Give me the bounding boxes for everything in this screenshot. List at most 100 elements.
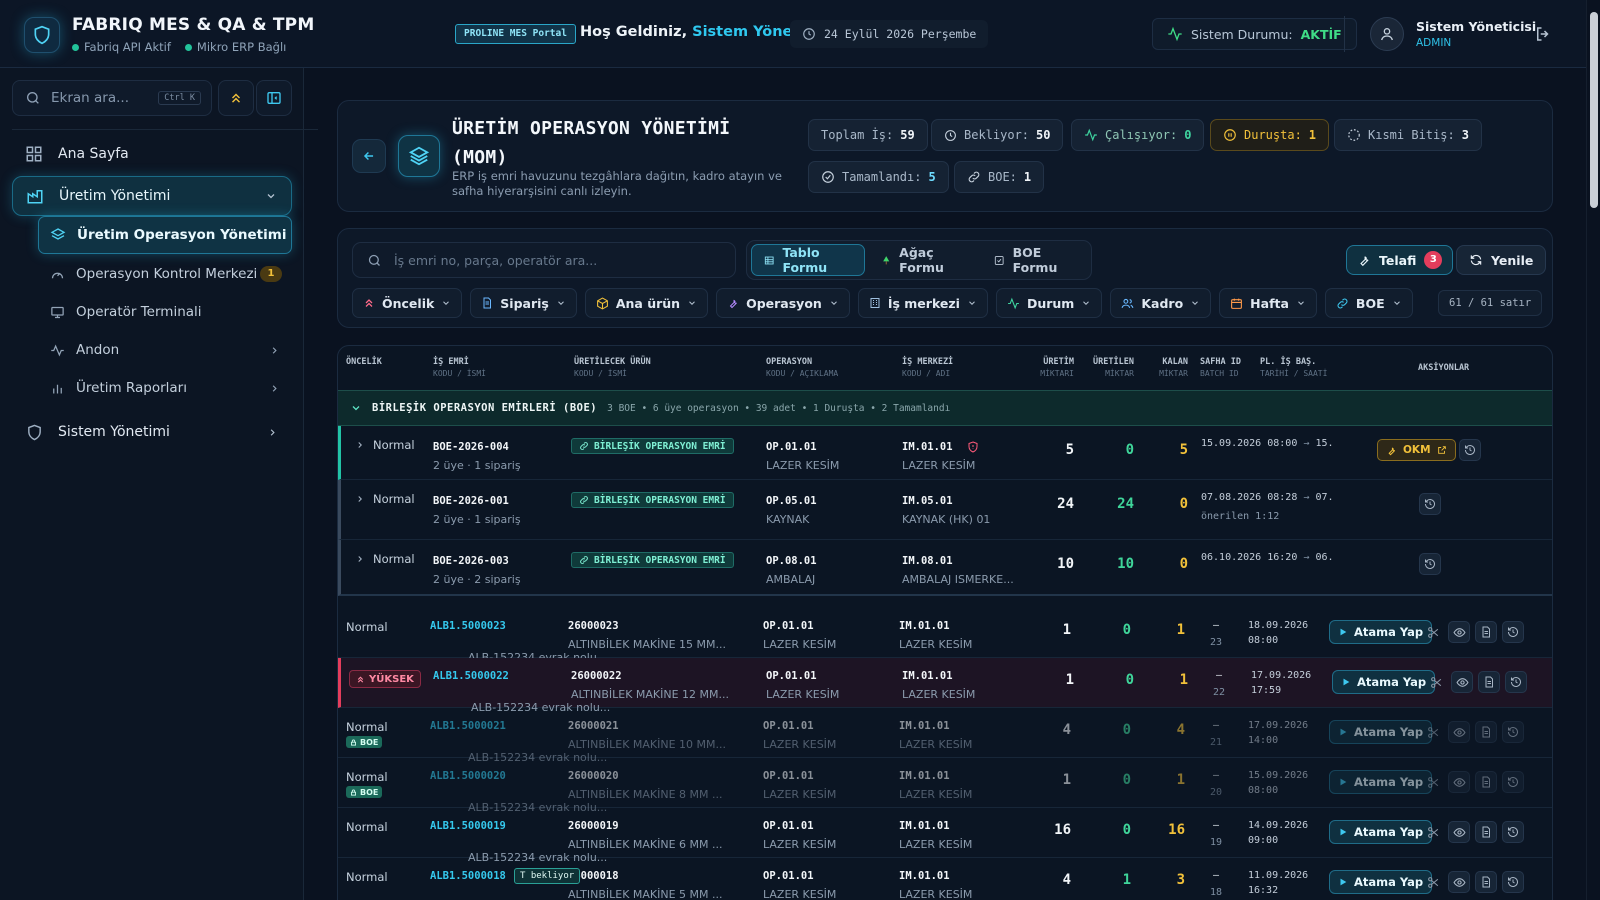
- stat-total[interactable]: Toplam İş: 59: [808, 119, 928, 151]
- filter-priority[interactable]: Öncelik: [352, 288, 463, 318]
- view-button[interactable]: [1448, 821, 1470, 843]
- boe-row[interactable]: Normal BOE-2026-001 2 üye · 1 sipariş BİR…: [338, 480, 1552, 540]
- assign-button[interactable]: Atama Yap: [1329, 620, 1433, 644]
- sidebar-item-production[interactable]: Üretim Yönetimi: [12, 176, 292, 216]
- tab-table[interactable]: Tablo Formu: [751, 244, 865, 276]
- table-row[interactable]: Normal ALB1.5000019 ALB-152234 evrak nolu…: [338, 808, 1552, 864]
- history-button[interactable]: [1502, 621, 1524, 643]
- document-button[interactable]: [1475, 621, 1497, 643]
- document-button[interactable]: [1475, 871, 1497, 893]
- column-header[interactable]: ÜRETİLECEK ÜRÜN KODU / İSMİ: [574, 356, 651, 380]
- stat-done[interactable]: Tamamlandı: 5: [808, 161, 949, 193]
- view-button[interactable]: [1448, 871, 1470, 893]
- sidebar-search-input[interactable]: Ekran ara...: [51, 90, 129, 106]
- view-button[interactable]: [1448, 771, 1470, 793]
- table-row[interactable]: Normal ALB1.5000018ALB-152234 evrak nolu…: [338, 858, 1552, 900]
- boe-code[interactable]: BOE-2026-001: [433, 495, 521, 507]
- refresh-button[interactable]: Yenile: [1456, 245, 1547, 275]
- history-button[interactable]: [1419, 493, 1441, 515]
- scrollbar[interactable]: [1586, 0, 1600, 900]
- history-button[interactable]: [1502, 721, 1524, 743]
- stat-running[interactable]: Çalışıyor: 0: [1071, 119, 1205, 151]
- logout-button[interactable]: [1534, 25, 1552, 43]
- work-order-link[interactable]: ALB1.5000019: [430, 820, 506, 832]
- column-header[interactable]: OPERASYON KODU / AÇIKLAMA: [766, 356, 838, 380]
- column-header[interactable]: KALAN MİKTAR: [1146, 356, 1188, 380]
- filter-order[interactable]: Sipariş: [470, 288, 577, 318]
- split-button[interactable]: [1422, 871, 1444, 893]
- sidebar-search[interactable]: Ekran ara... Ctrl K: [12, 80, 212, 116]
- table-row[interactable]: YÜKSEK ALB1.5000022 ALB-152234 evrak nolu…: [338, 658, 1552, 714]
- assign-button[interactable]: Atama Yap: [1329, 720, 1433, 744]
- work-order-search-input[interactable]: İş emri no, parça, operatör ara...: [394, 253, 597, 268]
- sidebar-item-reports[interactable]: Üretim Raporları: [38, 369, 292, 407]
- stat-waiting[interactable]: Bekliyor: 50: [931, 119, 1064, 151]
- filter-main-product[interactable]: Ana ürün: [584, 288, 709, 318]
- filter-boe[interactable]: BOE: [1324, 288, 1413, 318]
- column-header[interactable]: ÜRETİLEN MİKTAR: [1084, 356, 1134, 380]
- assign-button[interactable]: Atama Yap: [1329, 820, 1433, 844]
- document-button[interactable]: [1475, 771, 1497, 793]
- stat-down[interactable]: Duruşta: 1: [1210, 119, 1330, 151]
- split-button[interactable]: [1422, 621, 1444, 643]
- boe-code[interactable]: BOE-2026-004: [433, 441, 521, 453]
- work-order-link[interactable]: ALB1.5000018: [430, 870, 506, 882]
- split-button[interactable]: [1425, 671, 1447, 693]
- back-button[interactable]: [352, 139, 386, 173]
- filter-staff[interactable]: Kadro: [1110, 288, 1212, 318]
- user-menu[interactable]: Sistem Yöneticisi ADMIN: [1370, 17, 1536, 51]
- history-button[interactable]: [1419, 553, 1441, 575]
- okm-button[interactable]: OKM: [1377, 439, 1456, 461]
- sidebar-item-mom[interactable]: Üretim Operasyon Yönetimi: [38, 216, 292, 254]
- column-header[interactable]: PL. İŞ BAŞ. TARİHİ / SAATİ: [1260, 356, 1327, 380]
- view-button[interactable]: [1451, 671, 1473, 693]
- collapse-all-button[interactable]: [218, 80, 254, 116]
- sidebar-item-system[interactable]: Sistem Yönetimi: [12, 412, 292, 452]
- document-button[interactable]: [1478, 671, 1500, 693]
- avatar[interactable]: [1370, 17, 1404, 51]
- table-row[interactable]: Normal ALB1.5000023 ALB-152234 evrak nolu…: [338, 608, 1552, 664]
- work-order-link[interactable]: ALB1.5000022: [433, 670, 509, 682]
- split-button[interactable]: [1422, 821, 1444, 843]
- boe-code[interactable]: BOE-2026-003: [433, 555, 521, 567]
- stat-boe[interactable]: BOE: 1: [954, 161, 1045, 193]
- document-button[interactable]: [1475, 721, 1497, 743]
- history-button[interactable]: [1459, 439, 1481, 461]
- work-order-link[interactable]: ALB1.5000023: [430, 620, 506, 632]
- column-header[interactable]: AKSİYONLAR: [1418, 362, 1469, 374]
- filter-status[interactable]: Durum: [995, 288, 1103, 318]
- table-row[interactable]: Normal BOE ALB1.5000020 ALB-152234 evrak n…: [338, 758, 1552, 814]
- document-button[interactable]: [1475, 821, 1497, 843]
- column-header[interactable]: ÖNCELİK: [346, 356, 382, 368]
- column-header[interactable]: İŞ MERKEZİ KODU / ADI: [902, 356, 953, 380]
- work-order-search[interactable]: İş emri no, parça, operatör ara...: [352, 242, 736, 278]
- stat-partial[interactable]: Kısmi Bitiş: 3: [1334, 119, 1482, 151]
- sidebar-item-home[interactable]: Ana Sayfa: [12, 134, 292, 174]
- view-button[interactable]: [1448, 621, 1470, 643]
- boe-group-header[interactable]: BİRLEŞİK OPERASYON EMİRLERİ (BOE) 3 BOE …: [338, 390, 1552, 426]
- assign-button[interactable]: Atama Yap: [1329, 770, 1433, 794]
- boe-row[interactable]: Normal BOE-2026-003 2 üye · 2 sipariş BİR…: [338, 540, 1552, 596]
- tab-boe[interactable]: BOE Formu: [982, 244, 1087, 276]
- history-button[interactable]: [1502, 771, 1524, 793]
- filter-week[interactable]: Hafta: [1219, 288, 1317, 318]
- split-button[interactable]: [1422, 721, 1444, 743]
- column-header[interactable]: SAFHA ID BATCH ID: [1200, 356, 1241, 380]
- table-row[interactable]: Normal BOE ALB1.5000021 ALB-152234 evrak n…: [338, 708, 1552, 764]
- telafi-button[interactable]: Telafi 3: [1346, 245, 1454, 275]
- split-button[interactable]: [1422, 771, 1444, 793]
- assign-button[interactable]: Atama Yap: [1329, 870, 1433, 894]
- history-button[interactable]: [1505, 671, 1527, 693]
- work-order-link[interactable]: ALB1.5000021: [430, 720, 506, 732]
- tab-tree[interactable]: Ağaç Formu: [869, 244, 979, 276]
- toggle-sidebar-button[interactable]: [256, 80, 292, 116]
- sidebar-item-operator-terminal[interactable]: Operatör Terminali: [38, 293, 292, 331]
- column-header[interactable]: ÜRETİM MİKTARI: [1034, 356, 1074, 380]
- filter-work-center[interactable]: İş merkezi: [857, 288, 988, 318]
- sidebar-item-andon[interactable]: Andon: [38, 331, 292, 369]
- history-button[interactable]: [1502, 821, 1524, 843]
- work-order-link[interactable]: ALB1.5000020: [430, 770, 506, 782]
- assign-button[interactable]: Atama Yap: [1332, 670, 1436, 694]
- view-button[interactable]: [1448, 721, 1470, 743]
- filter-operation[interactable]: Operasyon: [716, 288, 850, 318]
